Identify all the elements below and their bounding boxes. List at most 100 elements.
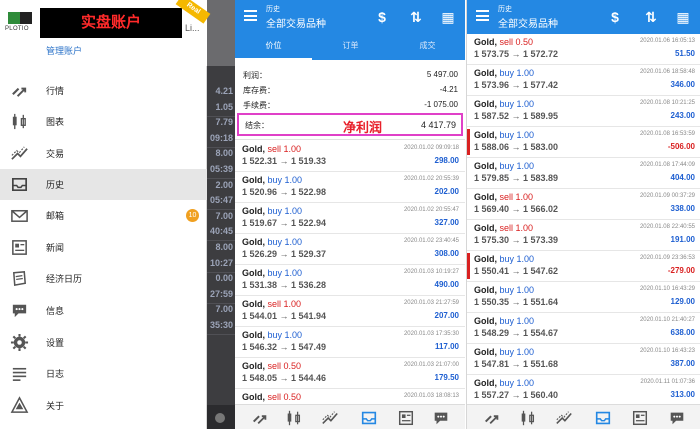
lot-size: 1.00: [283, 299, 302, 309]
drawer-item-3[interactable]: 历史: [0, 169, 207, 200]
drawer-item-0[interactable]: 行情: [0, 75, 207, 106]
open-close-prices: 1 544.01 → 1 541.94: [242, 311, 327, 321]
drawer-item-6[interactable]: 经济日历: [0, 263, 207, 294]
trade-row[interactable]: Gold, buy 1.00 1 526.29 → 1 529.37 2020.01…: [235, 234, 465, 265]
trade-time: 2020.01.11 01:07:36: [640, 379, 695, 385]
trade-row[interactable]: Gold, sell 0.50 1 548.05 → 1 544.46 2020.0…: [235, 358, 465, 389]
trade-row[interactable]: Gold, sell 1.00 1 575.30 → 1 573.39 2020.0…: [467, 220, 700, 251]
trade-chart-icon[interactable]: [321, 409, 339, 425]
history-screen-list: 历史 全部交易品种 $ ⇅ ▦ Gold, sell 0.50 1 573.75 …: [466, 0, 700, 429]
inbox-tray-icon[interactable]: [360, 409, 378, 425]
trade-time: 2020.01.03 10:19:27: [403, 269, 459, 275]
tab-deals[interactable]: 成交: [389, 34, 465, 60]
open-close-prices: 1 547.81 → 1 551.68: [474, 359, 559, 369]
symbol-name: Gold,: [242, 175, 265, 185]
currency-sort-icon[interactable]: $: [372, 7, 392, 27]
trade-side: buy 1.00: [268, 237, 303, 247]
history-screen-summary: 历史 全部交易品种 $ ⇅ ▦ 价位 订单 成交 利润： 5 497.00 库存…: [235, 0, 465, 429]
trade-symbol: Gold, sell 0.50: [474, 37, 533, 47]
trade-row[interactable]: Gold, sell 1.00 1 544.01 → 1 541.94 2020.0…: [235, 296, 465, 327]
trade-row[interactable]: Gold, buy 1.00 1 550.41 → 1 547.62 2020.01…: [467, 251, 700, 282]
drawer-item-2[interactable]: 交易: [0, 138, 207, 169]
drawer-item-1[interactable]: 图表: [0, 106, 207, 137]
account-banner[interactable]: 实盘账户: [40, 8, 182, 38]
trade-row[interactable]: Gold, buy 1.00 1 579.85 → 1 583.89 2020.01…: [467, 158, 700, 189]
trade-row[interactable]: Gold, buy 1.00 1 548.29 → 1 554.67 2020.01…: [467, 313, 700, 344]
peek-value: 1.05: [215, 101, 233, 112]
chat-bubble-icon[interactable]: [668, 409, 686, 425]
swap-value: -4.21: [439, 85, 458, 94]
trade-row[interactable]: Gold, buy 1.00 1 531.38 → 1 536.28 2020.01…: [235, 265, 465, 296]
trade-row[interactable]: Gold, buy 1.00 1 520.96 → 1 522.98 2020.01…: [235, 172, 465, 203]
symbol-name: Gold,: [474, 161, 497, 171]
summary-profit-row: 利润： 5 497.00: [235, 67, 465, 83]
trade-symbol: Gold, sell 0.50: [242, 392, 301, 402]
trade-row[interactable]: Gold, buy 1.00 1 587.52 → 1 589.95 2020.01…: [467, 96, 700, 127]
balance-highlight-box: 结余： 净利润 4 417.79: [237, 113, 463, 136]
peek-divider: [207, 334, 235, 335]
trade-row[interactable]: Gold, sell 0.50 1 573.75 → 1 572.72 2020.0…: [467, 34, 700, 65]
gear-icon: [10, 333, 29, 352]
manage-accounts-link[interactable]: 管理账户: [46, 44, 82, 57]
tab-positions[interactable]: 价位: [235, 34, 312, 60]
menu-icon[interactable]: [244, 10, 257, 21]
trade-profit: 298.00: [434, 156, 459, 165]
history-summary: 利润： 5 497.00 库存费： -4.21 手续费： -1 075.00 结…: [235, 60, 465, 140]
about-icon: [10, 396, 29, 415]
symbol-name: Gold,: [474, 347, 497, 357]
symbol-name: Gold,: [242, 361, 265, 371]
journal-icon: [10, 364, 29, 383]
calendar-filter-icon[interactable]: ▦: [438, 7, 458, 27]
sort-arrows-icon[interactable]: ⇅: [406, 7, 426, 27]
sort-arrows-icon[interactable]: ⇅: [641, 7, 661, 27]
symbol-filter-title[interactable]: 全部交易品种: [266, 15, 326, 30]
trade-side: buy 1.00: [500, 378, 535, 388]
news-icon[interactable]: [631, 409, 649, 426]
drawer-item-4[interactable]: 邮箱 10: [0, 200, 207, 231]
symbol-filter-title[interactable]: 全部交易品种: [498, 15, 558, 30]
currency-sort-icon[interactable]: $: [605, 7, 625, 27]
commission-label: 手续费：: [243, 101, 275, 110]
lot-size: 1.00: [516, 99, 535, 109]
drawer-item-8[interactable]: 设置: [0, 327, 207, 358]
trade-side: sell 0.50: [500, 37, 534, 47]
trade-symbol: Gold, buy 1.00: [474, 161, 534, 171]
lot-size: 1.00: [516, 254, 535, 264]
peek-value: 7.79: [215, 117, 233, 128]
quotes-icon[interactable]: [251, 409, 269, 425]
drawer-item-7[interactable]: 信息: [0, 295, 207, 326]
trade-time: 2020.01.09 23:36:53: [639, 255, 695, 261]
trade-row[interactable]: Gold, buy 1.00 1 557.27 → 1 560.40 2020.01…: [467, 375, 700, 406]
calendar-filter-icon[interactable]: ▦: [673, 7, 693, 27]
trade-row[interactable]: Gold, buy 1.00 1 546.32 → 1 547.49 2020.01…: [235, 327, 465, 358]
trade-row[interactable]: Gold, buy 1.00 1 573.96 → 1 577.42 2020.01…: [467, 65, 700, 96]
inbox-tray-icon[interactable]: [594, 409, 612, 425]
tab-orders[interactable]: 订单: [312, 34, 389, 60]
trade-row[interactable]: Gold, buy 1.00 1 550.35 → 1 551.64 2020.01…: [467, 282, 700, 313]
candlestick-chart-icon[interactable]: [519, 409, 537, 426]
news-icon[interactable]: [397, 409, 415, 426]
drawer-item-10[interactable]: 关于: [0, 390, 207, 421]
menu-icon[interactable]: [476, 10, 489, 21]
trade-row[interactable]: Gold, buy 1.00 1 588.06 → 1 583.00 2020.01…: [467, 127, 700, 158]
trade-symbol: Gold, buy 1.00: [474, 99, 534, 109]
trade-profit: 308.00: [434, 249, 459, 258]
trade-chart-icon[interactable]: [555, 409, 573, 425]
open-close-prices: 1 519.67 → 1 522.94: [242, 218, 327, 228]
quotes-icon[interactable]: [483, 409, 501, 425]
trade-row[interactable]: Gold, sell 1.00 1 522.31 → 1 519.33 2020.0…: [235, 141, 465, 172]
net-profit-annotation: 净利润: [343, 120, 383, 135]
trade-row[interactable]: Gold, buy 1.00 1 519.67 → 1 522.94 2020.01…: [235, 203, 465, 234]
trade-row[interactable]: Gold, buy 1.00 1 547.81 → 1 551.68 2020.01…: [467, 344, 700, 375]
trade-time: 2020.01.09 00:37:29: [639, 193, 695, 199]
symbol-name: Gold,: [242, 144, 265, 154]
trade-profit: 129.00: [670, 297, 695, 306]
chat-bubble-icon[interactable]: [432, 409, 450, 425]
trade-row[interactable]: Gold, sell 1.00 1 569.40 → 1 566.02 2020.0…: [467, 189, 700, 220]
candlestick-chart-icon[interactable]: [285, 409, 303, 426]
peek-value: 8.00: [215, 148, 233, 159]
drawer-item-9[interactable]: 日志: [0, 358, 207, 389]
drawer-item-5[interactable]: 新闻: [0, 232, 207, 263]
trade-side: buy 1.00: [268, 330, 303, 340]
lot-size: 1.00: [283, 144, 302, 154]
